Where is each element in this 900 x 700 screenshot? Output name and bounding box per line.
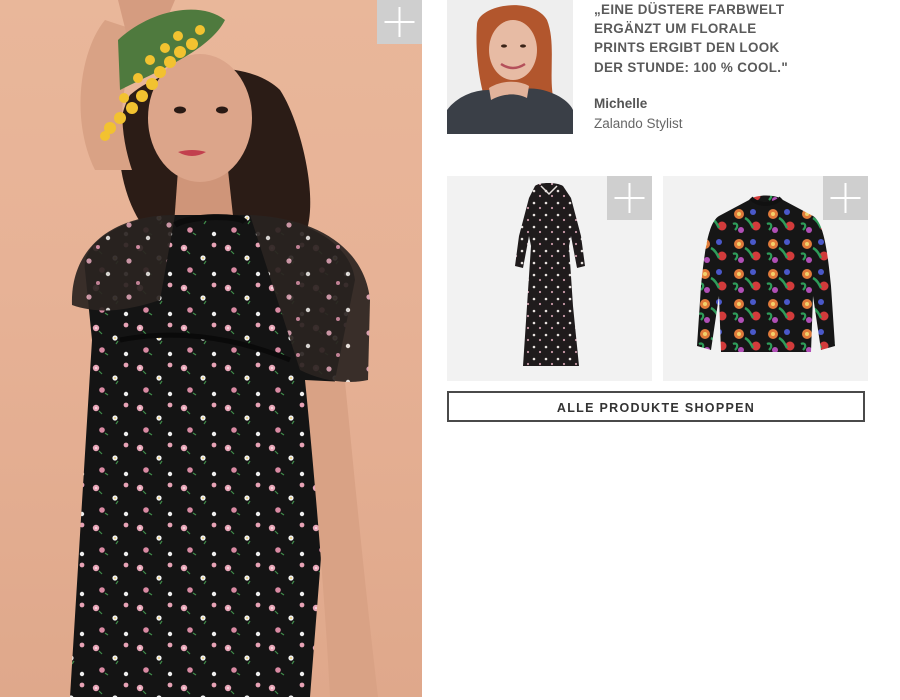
shop-all-products-button[interactable]: ALLE PRODUKTE SHOPPEN: [447, 391, 865, 422]
add-look-button[interactable]: [377, 0, 422, 44]
hero-model-illustration: [70, 0, 378, 697]
stylist-name: Michelle: [594, 96, 648, 111]
plus-icon: [830, 183, 861, 213]
plus-icon: [614, 183, 645, 213]
add-product-button[interactable]: [607, 176, 652, 220]
stylist-role: Zalando Stylist: [594, 116, 683, 131]
stylist-quote: „EINE DÜSTERE FARBWELT ERGÄNZT UM FLORAL…: [594, 0, 894, 77]
product-tile-dress[interactable]: [447, 176, 652, 381]
quote-line: PRINTS ERGIBT DEN LOOK: [594, 40, 780, 56]
product-tile-blouse[interactable]: [663, 176, 868, 381]
hero-look-image[interactable]: [0, 0, 422, 697]
stylist-portrait-illustration: [447, 0, 573, 134]
quote-line: ERGÄNZT UM FLORALE: [594, 21, 757, 37]
add-product-button[interactable]: [823, 176, 868, 220]
plus-icon: [384, 7, 415, 37]
quote-line: „EINE DÜSTERE FARBWELT: [594, 2, 785, 17]
stylist-photo: [447, 0, 573, 134]
page: „EINE DÜSTERE FARBWELT ERGÄNZT UM FLORAL…: [0, 0, 900, 700]
quote-line: DER STUNDE: 100 % COOL.": [594, 59, 789, 75]
